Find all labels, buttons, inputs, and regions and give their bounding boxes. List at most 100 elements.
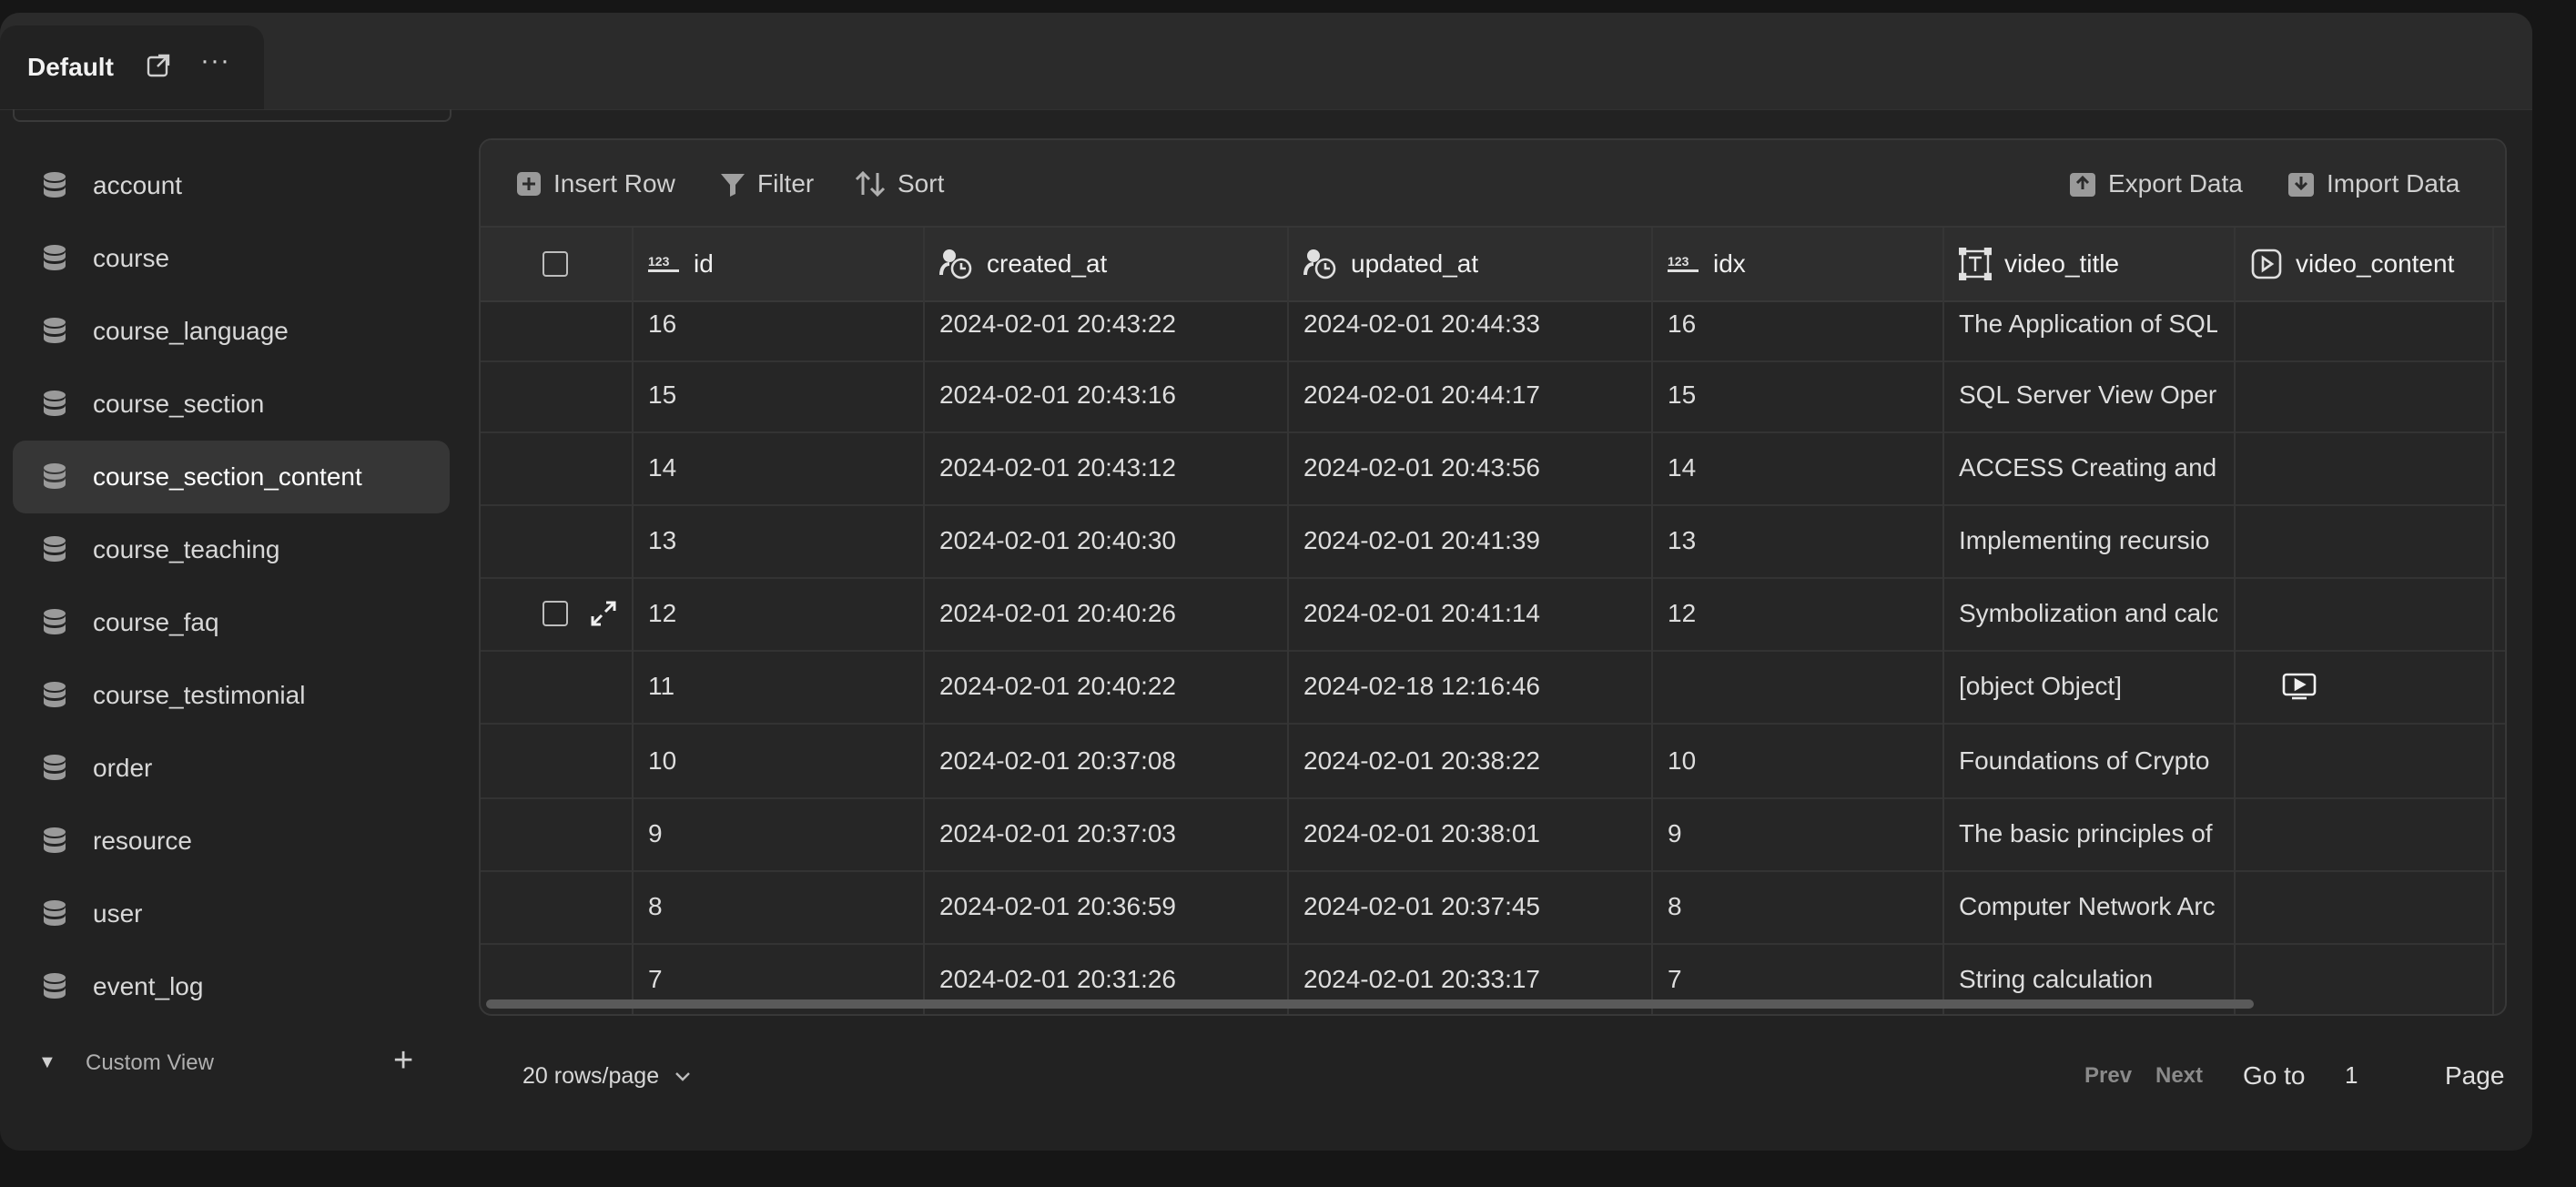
- filter-button[interactable]: Filter: [719, 166, 814, 202]
- cell-id[interactable]: 16: [648, 302, 907, 360]
- cell-updated-at[interactable]: 2024-02-01 20:38:22: [1303, 725, 1635, 797]
- cell-video-content[interactable]: [2250, 431, 2478, 504]
- table-row[interactable]: 13 2024-02-01 20:40:30 2024-02-01 20:41:39…: [481, 504, 2505, 579]
- cell-idx[interactable]: 13: [1668, 504, 1926, 577]
- cell-video-content[interactable]: [2250, 359, 2478, 431]
- cell-idx[interactable]: 15: [1668, 359, 1926, 431]
- cell-id[interactable]: 15: [648, 359, 907, 431]
- table-row[interactable]: 16 2024-02-01 20:43:22 2024-02-01 20:44:33…: [481, 302, 2505, 362]
- cell-created-at[interactable]: 2024-02-01 20:43:22: [939, 302, 1271, 360]
- cell-idx[interactable]: 8: [1668, 870, 1926, 943]
- sidebar-item-course-teaching[interactable]: course_teaching: [13, 513, 450, 586]
- cell-video-content[interactable]: [2250, 725, 2478, 797]
- cell-video-content[interactable]: [2250, 943, 2478, 996]
- cell-updated-at[interactable]: 2024-02-01 20:44:17: [1303, 359, 1635, 431]
- table-row[interactable]: 8 2024-02-01 20:36:59 2024-02-01 20:37:45 8…: [481, 870, 2505, 945]
- cell-created-at[interactable]: 2024-02-01 20:31:26: [939, 943, 1271, 996]
- export-data-button[interactable]: Export Data: [2068, 166, 2243, 202]
- table-row[interactable]: 14 2024-02-01 20:43:12 2024-02-01 20:43:56…: [481, 431, 2505, 506]
- cell-idx[interactable]: 10: [1668, 725, 1926, 797]
- cell-video-title[interactable]: The Application of SQL: [1959, 302, 2217, 360]
- prev-page-button[interactable]: Prev: [2084, 1063, 2132, 1089]
- column-header-video-content[interactable]: video_content: [2250, 228, 2454, 300]
- cell-video-content[interactable]: [2250, 302, 2478, 360]
- cell-created-at[interactable]: 2024-02-01 20:36:59: [939, 870, 1271, 943]
- cell-video-content[interactable]: [2250, 870, 2478, 943]
- cell-id[interactable]: 14: [648, 431, 907, 504]
- cell-updated-at[interactable]: 2024-02-01 20:44:33: [1303, 302, 1635, 360]
- custom-view-section[interactable]: ▼ Custom View +: [38, 1043, 430, 1083]
- cell-id[interactable]: 11: [648, 650, 907, 723]
- insert-row-button[interactable]: Insert Row: [515, 166, 675, 202]
- column-header-created-at[interactable]: created_at: [939, 228, 1107, 300]
- cell-id[interactable]: 7: [648, 943, 907, 996]
- table-row[interactable]: 10 2024-02-01 20:37:08 2024-02-01 20:38:22…: [481, 725, 2505, 799]
- cell-created-at[interactable]: 2024-02-01 20:40:22: [939, 650, 1271, 723]
- sidebar-item-order[interactable]: order: [13, 732, 450, 805]
- cell-id[interactable]: 8: [648, 870, 907, 943]
- column-header-idx[interactable]: 123 idx: [1668, 228, 1746, 300]
- select-all-checkbox[interactable]: [543, 251, 568, 277]
- sidebar-item-course-faq[interactable]: course_faq: [13, 586, 450, 659]
- cell-updated-at[interactable]: 2024-02-01 20:41:39: [1303, 504, 1635, 577]
- cell-video-title[interactable]: Computer Network Arc: [1959, 870, 2217, 943]
- cell-id[interactable]: 13: [648, 504, 907, 577]
- sidebar-item-account[interactable]: account: [13, 149, 450, 222]
- cell-created-at[interactable]: 2024-02-01 20:43:16: [939, 359, 1271, 431]
- cell-updated-at[interactable]: 2024-02-01 20:33:17: [1303, 943, 1635, 996]
- import-data-button[interactable]: Import Data: [2287, 166, 2459, 202]
- sidebar-item-event-log[interactable]: event_log: [13, 950, 450, 1023]
- video-icon[interactable]: [2281, 650, 2336, 723]
- cell-video-title[interactable]: Implementing recursio: [1959, 504, 2217, 577]
- cell-video-title[interactable]: String calculation: [1959, 943, 2217, 996]
- cell-idx[interactable]: 16: [1668, 302, 1926, 360]
- sidebar-item-course-section[interactable]: course_section: [13, 368, 450, 441]
- cell-updated-at[interactable]: 2024-02-01 20:37:45: [1303, 870, 1635, 943]
- more-options-icon[interactable]: ···: [200, 46, 230, 76]
- cell-idx[interactable]: 14: [1668, 431, 1926, 504]
- table-row[interactable]: 15 2024-02-01 20:43:16 2024-02-01 20:44:17…: [481, 359, 2505, 433]
- column-header-id[interactable]: 123 id: [648, 228, 714, 300]
- cell-video-title[interactable]: ACCESS Creating and: [1959, 431, 2217, 504]
- row-checkbox[interactable]: [543, 601, 568, 626]
- sidebar-item-course[interactable]: course: [13, 222, 450, 295]
- cell-id[interactable]: 10: [648, 725, 907, 797]
- cell-created-at[interactable]: 2024-02-01 20:40:30: [939, 504, 1271, 577]
- cell-id[interactable]: 12: [648, 577, 907, 650]
- cell-updated-at[interactable]: 2024-02-18 12:16:46: [1303, 650, 1635, 723]
- add-view-icon[interactable]: +: [393, 1043, 413, 1078]
- cell-video-content[interactable]: [2250, 577, 2478, 650]
- column-header-updated-at[interactable]: updated_at: [1303, 228, 1478, 300]
- expand-row-icon[interactable]: [590, 600, 617, 627]
- cell-idx[interactable]: 9: [1668, 797, 1926, 870]
- cell-updated-at[interactable]: 2024-02-01 20:41:14: [1303, 577, 1635, 650]
- column-header-video-title[interactable]: video_title: [1959, 228, 2119, 300]
- sidebar-item-course-section-content[interactable]: course_section_content: [13, 441, 450, 513]
- rows-per-page-select[interactable]: 20 rows/page: [522, 1063, 692, 1090]
- table-row[interactable]: 12 2024-02-01 20:40:26 2024-02-01 20:41:14…: [481, 577, 2505, 652]
- cell-video-title[interactable]: Foundations of Crypto: [1959, 725, 2217, 797]
- cell-id[interactable]: 9: [648, 797, 907, 870]
- next-page-button[interactable]: Next: [2155, 1063, 2203, 1089]
- cell-created-at[interactable]: 2024-02-01 20:43:12: [939, 431, 1271, 504]
- horizontal-scrollbar[interactable]: [481, 996, 2505, 1012]
- cell-updated-at[interactable]: 2024-02-01 20:38:01: [1303, 797, 1635, 870]
- cell-idx[interactable]: [1668, 650, 1926, 723]
- sort-button[interactable]: Sort: [854, 166, 944, 202]
- cell-video-title[interactable]: SQL Server View Oper: [1959, 359, 2217, 431]
- cell-video-title[interactable]: [object Object]: [1959, 650, 2217, 723]
- cell-idx[interactable]: 7: [1668, 943, 1926, 996]
- cell-created-at[interactable]: 2024-02-01 20:37:08: [939, 725, 1271, 797]
- cell-video-content[interactable]: [2250, 504, 2478, 577]
- cell-idx[interactable]: 12: [1668, 577, 1926, 650]
- table-row[interactable]: 7 2024-02-01 20:31:26 2024-02-01 20:33:17 7…: [481, 943, 2505, 996]
- cell-video-title[interactable]: The basic principles of: [1959, 797, 2217, 870]
- tab-default[interactable]: Default ···: [0, 25, 264, 109]
- sidebar-item-course-language[interactable]: course_language: [13, 295, 450, 368]
- cell-created-at[interactable]: 2024-02-01 20:40:26: [939, 577, 1271, 650]
- table-row[interactable]: 9 2024-02-01 20:37:03 2024-02-01 20:38:01 9…: [481, 797, 2505, 872]
- sidebar-item-resource[interactable]: resource: [13, 805, 450, 878]
- open-external-icon[interactable]: [146, 53, 171, 78]
- caret-down-icon[interactable]: ▼: [38, 1052, 56, 1073]
- cell-created-at[interactable]: 2024-02-01 20:37:03: [939, 797, 1271, 870]
